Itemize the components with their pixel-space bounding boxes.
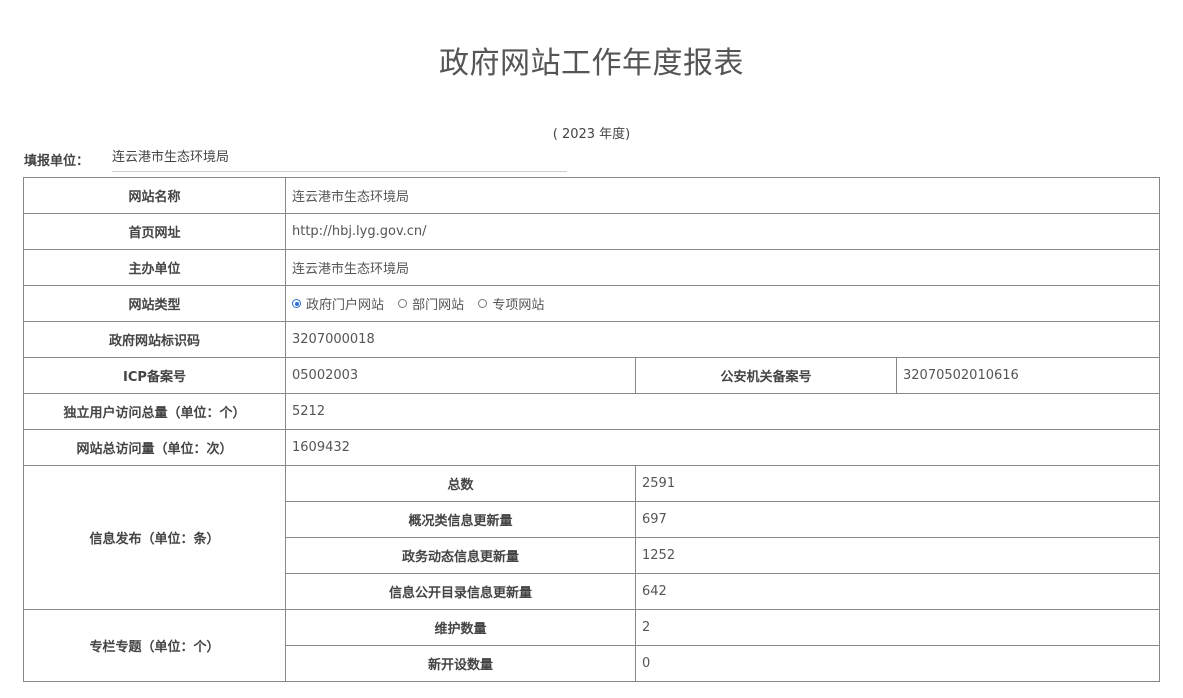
new-count-value: 0 — [634, 645, 1161, 682]
site-type-options: 政府门户网站 部门网站 专项网站 — [284, 285, 1161, 322]
page-title: 政府网站工作年度报表 — [439, 46, 744, 81]
report-year: ( 2023 年度) — [552, 127, 631, 142]
radio-unchecked-icon — [398, 299, 408, 308]
report-table: 网站名称 连云港市生态环境局 首页网址 http://hbj.lyg.gov.c… — [23, 177, 1161, 682]
site-name-value: 连云港市生态环境局 — [284, 177, 1161, 214]
table-row: 主办单位 连云港市生态环境局 — [23, 249, 1161, 286]
police-record-label: 公安机关备案号 — [635, 357, 897, 394]
info-total-value: 2591 — [634, 465, 1161, 502]
radio-portal-site[interactable]: 政府门户网站 — [292, 294, 384, 313]
maintained-count-value: 2 — [634, 609, 1161, 646]
site-id-label: 政府网站标识码 — [23, 321, 286, 358]
news-update-label: 政务动态信息更新量 — [285, 537, 636, 574]
radio-label: 部门网站 — [412, 298, 465, 313]
fill-unit-field[interactable]: 连云港市生态环境局 — [112, 149, 567, 172]
site-type-label: 网站类型 — [23, 285, 286, 322]
icp-value: 05002003 — [285, 357, 636, 394]
table-row: 独立用户访问总量（单位：个） 5212 — [23, 393, 1161, 430]
disclosure-update-label: 信息公开目录信息更新量 — [285, 573, 636, 610]
table-row: 网站类型 政府门户网站 部门网站 专项网站 — [23, 285, 1161, 322]
info-total-label: 总数 — [285, 465, 636, 502]
info-publish-label: 信息发布（单位：条） — [23, 465, 286, 610]
table-row: 信息发布（单位：条） 总数 2591 — [23, 465, 1161, 610]
homepage-label: 首页网址 — [23, 213, 286, 250]
overview-update-label: 概况类信息更新量 — [285, 501, 636, 538]
news-update-value: 1252 — [634, 537, 1161, 574]
overview-update-value: 697 — [634, 501, 1161, 538]
unique-visitors-value: 5212 — [284, 393, 1161, 430]
table-row: 政府网站标识码 3207000018 — [23, 321, 1161, 358]
radio-special-site[interactable]: 专项网站 — [478, 294, 544, 313]
homepage-value: http://hbj.lyg.gov.cn/ — [284, 213, 1161, 250]
sponsor-value: 连云港市生态环境局 — [284, 249, 1161, 286]
table-row: 专栏专题（单位：个） 维护数量 2 — [23, 609, 1161, 682]
fill-unit-label: 填报单位： — [24, 154, 90, 169]
radio-department-site[interactable]: 部门网站 — [398, 294, 464, 313]
disclosure-update-value: 642 — [634, 573, 1161, 610]
unique-visitors-label: 独立用户访问总量（单位：个） — [23, 393, 286, 430]
police-record-value: 32070502010616 — [895, 357, 1161, 394]
total-visits-label: 网站总访问量（单位：次） — [23, 429, 286, 466]
table-row: 网站名称 连云港市生态环境局 — [23, 177, 1161, 214]
radio-checked-icon — [292, 299, 301, 308]
radio-unchecked-icon — [478, 299, 488, 308]
radio-label: 专项网站 — [492, 298, 545, 313]
site-id-value: 3207000018 — [284, 321, 1161, 358]
radio-label: 政府门户网站 — [306, 298, 385, 313]
icp-label: ICP备案号 — [23, 357, 286, 394]
table-row: ICP备案号 05002003 公安机关备案号 32070502010616 — [23, 357, 1161, 394]
columns-label: 专栏专题（单位：个） — [23, 609, 286, 682]
table-row: 首页网址 http://hbj.lyg.gov.cn/ — [23, 213, 1161, 250]
maintained-count-label: 维护数量 — [285, 609, 636, 646]
site-name-label: 网站名称 — [23, 177, 286, 214]
total-visits-value: 1609432 — [284, 429, 1161, 466]
new-count-label: 新开设数量 — [285, 645, 636, 682]
table-row: 网站总访问量（单位：次） 1609432 — [23, 429, 1161, 466]
sponsor-label: 主办单位 — [23, 249, 286, 286]
